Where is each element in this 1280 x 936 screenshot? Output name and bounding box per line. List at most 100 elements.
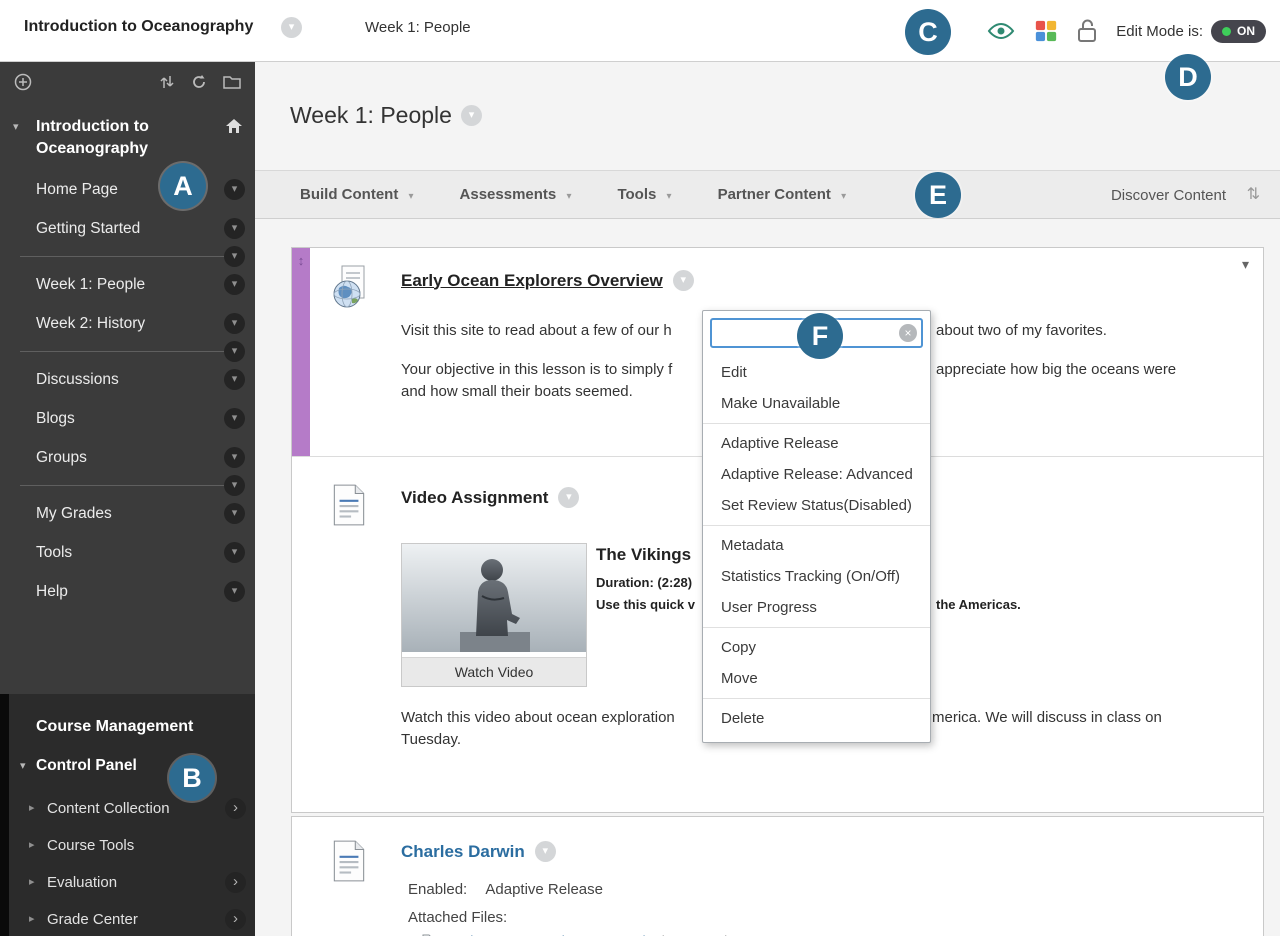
edit-mode-value: ON: [1237, 24, 1255, 38]
sidebar-item-my-grades[interactable]: My Grades ▾: [0, 494, 255, 533]
menu-item-copy[interactable]: Copy: [703, 632, 930, 663]
item-options-icon[interactable]: ▾: [224, 542, 245, 563]
video-thumbnail[interactable]: Watch Video: [401, 543, 587, 687]
item1-text: Your objective in this lesson is to simp…: [401, 361, 673, 378]
build-content-button[interactable]: Build Content ▾: [300, 186, 414, 203]
sidebar-item-course-tools[interactable]: ▸ Course Tools: [9, 827, 255, 864]
item-options-icon[interactable]: ▾: [224, 218, 245, 239]
sidebar-item-week-1-people[interactable]: Week 1: People ▾: [0, 265, 255, 304]
sidebar-item-home-page[interactable]: Home Page ▾: [0, 170, 255, 209]
sidebar-item-tools[interactable]: Tools ▾: [0, 533, 255, 572]
item2-title[interactable]: Video Assignment: [401, 488, 548, 508]
edit-mode-toggle[interactable]: ON: [1211, 19, 1266, 43]
sidebar-item-label: Week 1: People: [36, 276, 146, 293]
top-bar: Introduction to Oceanography ▾ Week 1: P…: [0, 0, 1280, 62]
chevron-down-icon: ▾: [841, 191, 847, 202]
chevron-down-icon: ▾: [666, 191, 672, 202]
item1-title-link[interactable]: Early Ocean Explorers Overview: [401, 271, 663, 291]
item-options-icon[interactable]: ▾: [224, 503, 245, 524]
item-options-icon[interactable]: ▾: [224, 408, 245, 429]
item1-options-icon[interactable]: ▾: [672, 270, 694, 291]
divider-options-icon[interactable]: ▾: [224, 475, 245, 496]
item-options-icon[interactable]: ▾: [224, 369, 245, 390]
sidebar-item-groups[interactable]: Groups ▾: [0, 438, 255, 477]
expand-arrow-icon[interactable]: ›: [225, 798, 246, 819]
home-icon[interactable]: [225, 118, 243, 139]
sidebar-item-week-2-history[interactable]: Week 2: History ▾: [0, 304, 255, 343]
enabled-label: Enabled:: [408, 881, 468, 898]
menu-item-edit[interactable]: Edit: [703, 357, 930, 388]
reorder-icon[interactable]: [159, 74, 175, 90]
item2-options-icon[interactable]: ▾: [558, 487, 580, 508]
item1-text: and how small their boats seemed.: [401, 383, 633, 400]
theme-palette-icon[interactable]: [1034, 19, 1058, 43]
assessments-button[interactable]: Assessments ▾: [460, 186, 572, 203]
lock-icon[interactable]: [1076, 18, 1098, 44]
discover-content-button[interactable]: Discover Content: [1111, 171, 1226, 220]
folder-view-icon[interactable]: [223, 75, 241, 89]
watch-video-button[interactable]: Watch Video: [402, 657, 586, 686]
menu-separator: [703, 525, 930, 526]
cm-item-label: Evaluation: [47, 874, 118, 891]
statue-image: [402, 544, 586, 652]
item-options-icon[interactable]: ▾: [224, 274, 245, 295]
video-desc: Use this quick v: [596, 597, 695, 612]
menu-item-move[interactable]: Move: [703, 663, 930, 694]
item-context-menu: × Edit Make Unavailable Adaptive Release…: [702, 310, 931, 743]
expand-arrow-icon[interactable]: ›: [225, 909, 246, 930]
add-menu-item-icon[interactable]: [14, 73, 32, 91]
video-desc: the Americas.: [936, 597, 1021, 612]
divider-options-icon[interactable]: ▾: [224, 246, 245, 267]
clear-search-icon[interactable]: ×: [899, 324, 917, 342]
annotation-badge-d: D: [1165, 54, 1211, 100]
sidebar-item-evaluation[interactable]: ▸ Evaluation ›: [9, 864, 255, 901]
action-bar: Build Content ▾ Assessments ▾ Tools ▾ Pa…: [255, 170, 1280, 219]
menu-item-statistics-tracking[interactable]: Statistics Tracking (On/Off): [703, 561, 930, 592]
sidebar-item-content-collection[interactable]: ▸ Content Collection ›: [9, 790, 255, 827]
expand-arrow-icon[interactable]: ›: [225, 872, 246, 893]
partner-content-button[interactable]: Partner Content ▾: [718, 186, 847, 203]
sidebar-item-discussions[interactable]: Discussions ▾: [0, 360, 255, 399]
sort-icon[interactable]: ⇅: [1247, 184, 1260, 204]
menu-item-make-unavailable[interactable]: Make Unavailable: [703, 388, 930, 419]
item-options-icon[interactable]: ▾: [224, 313, 245, 334]
divider-options-icon[interactable]: ▾: [224, 341, 245, 362]
course-title-menu-icon[interactable]: ▾: [281, 17, 302, 38]
sidebar-item-blogs[interactable]: Blogs ▾: [0, 399, 255, 438]
menu-item-set-review-status[interactable]: Set Review Status(Disabled): [703, 490, 930, 521]
sidebar-item-getting-started[interactable]: Getting Started ▾: [0, 209, 255, 248]
menu-separator: [703, 627, 930, 628]
collapse-item-icon[interactable]: ▾: [1242, 256, 1249, 273]
menu-item-adaptive-release-advanced[interactable]: Adaptive Release: Advanced: [703, 459, 930, 490]
sidebar-item-grade-center[interactable]: ▸ Grade Center ›: [9, 901, 255, 936]
menu-item-user-progress[interactable]: User Progress: [703, 592, 930, 623]
item2-text: Tuesday.: [401, 731, 462, 748]
item-options-icon[interactable]: ▾: [224, 581, 245, 602]
menu-item-delete[interactable]: Delete: [703, 703, 930, 734]
page-title-menu-icon[interactable]: ▾: [460, 105, 482, 126]
item3-title-link[interactable]: Charles Darwin: [401, 842, 525, 862]
attached-files-label: Attached Files:: [408, 909, 508, 926]
tools-button[interactable]: Tools ▾: [617, 186, 671, 203]
course-menu: ▾ Introduction to Oceanography Home Page…: [0, 62, 255, 694]
tools-label: Tools: [617, 186, 657, 203]
edit-mode-on-dot: [1222, 26, 1231, 36]
drag-handle[interactable]: ↕: [292, 248, 310, 456]
item3-title-row: Charles Darwin ▾: [401, 841, 556, 862]
menu-item-adaptive-release[interactable]: Adaptive Release: [703, 428, 930, 459]
control-panel-toggle[interactable]: ▾ Control Panel: [9, 754, 255, 778]
menu-item-metadata[interactable]: Metadata: [703, 530, 930, 561]
collapse-caret-icon[interactable]: ▾: [13, 120, 19, 133]
item3-options-icon[interactable]: ▾: [534, 841, 556, 862]
sidebar-item-help[interactable]: Help ▾: [0, 572, 255, 611]
item-options-icon[interactable]: ▾: [224, 179, 245, 200]
course-menu-header[interactable]: ▾ Introduction to Oceanography: [0, 100, 255, 170]
course-management-title: Course Management: [36, 718, 194, 735]
item-options-icon[interactable]: ▾: [224, 447, 245, 468]
annotation-badge-a: A: [160, 163, 206, 209]
course-title: Introduction to Oceanography: [24, 18, 254, 35]
sidebar-item-label: Home Page: [36, 181, 118, 198]
student-preview-icon[interactable]: [986, 20, 1016, 42]
cm-item-label: Course Tools: [47, 837, 135, 854]
refresh-icon[interactable]: [191, 74, 207, 90]
